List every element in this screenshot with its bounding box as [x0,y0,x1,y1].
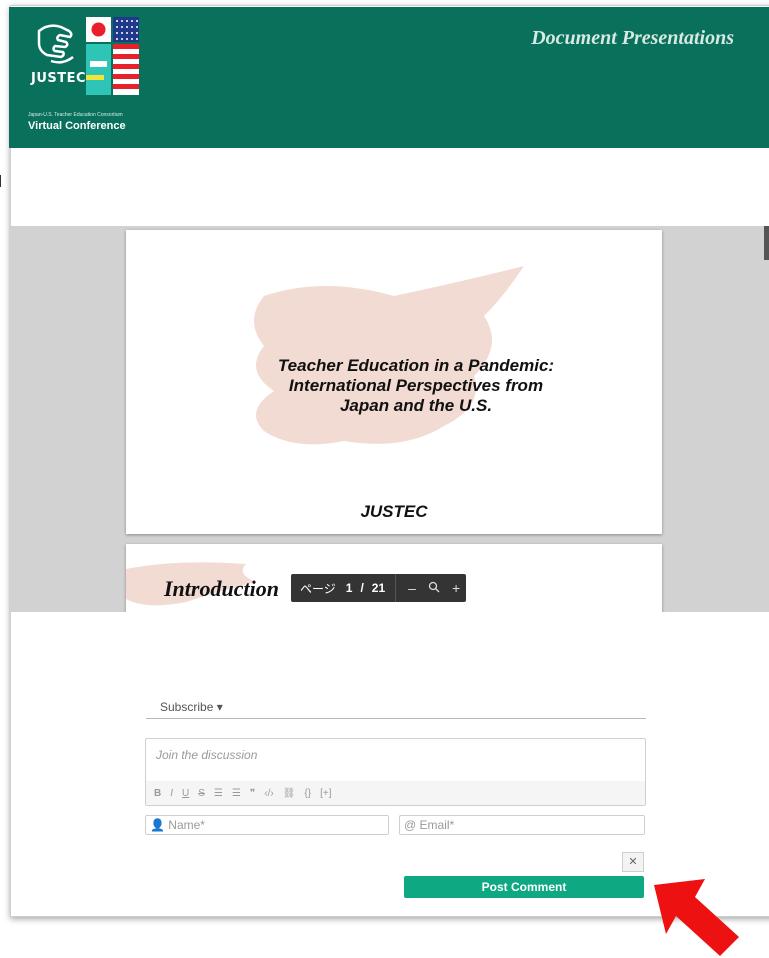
strikethrough-icon[interactable]: S [198,788,205,799]
email-field[interactable]: @ Email* [399,815,645,835]
page-label: ページ [300,581,336,596]
name-field[interactable]: 👤 Name* [145,815,389,835]
pager-divider [395,574,397,602]
slide-2-title: Introduction [164,576,279,601]
current-page[interactable]: 1 [342,581,357,595]
subscribe-dropdown[interactable]: Subscribe ▾ [160,700,223,714]
spoiler-icon[interactable]: [+] [320,788,331,799]
page-navigator: ページ 1 / 21 – + [291,574,467,602]
subscribe-label: Subscribe [160,700,214,714]
comment-editor[interactable]: Join the discussion B I U S ☰ ☰ ❞ ‹/› ⛓ … [145,738,646,806]
justec-logo[interactable]: JUSTEC [31,17,139,97]
handshake-icon: JUSTEC [31,17,86,91]
underline-icon[interactable]: U [182,788,189,799]
editor-toolbar: B I U S ☰ ☰ ❞ ‹/› ⛓ {} [+] [146,781,645,805]
slide-title-line: International Perspectives from [288,376,544,395]
bold-icon[interactable]: B [154,788,161,799]
mute-notification-icon[interactable]: ✕ [622,852,644,872]
italic-icon[interactable]: I [170,788,173,799]
zoom-icon[interactable] [422,580,446,596]
site-header: JUSTEC Japan-U.S. Teacher Education Cons… [9,7,769,148]
scrollbar-thumb[interactable] [764,226,769,260]
code-block-icon[interactable]: {} [304,788,311,799]
slide-page-1: Teacher Education in a Pandemic: Interna… [126,230,662,534]
flag-icon [86,17,139,95]
slide-footer: JUSTEC [360,502,428,521]
slide-title-line: Japan and the U.S. [339,396,493,415]
document-viewer[interactable]: Teacher Education in a Pandemic: Interna… [9,226,769,612]
email-placeholder: @ Email* [404,818,455,832]
logo-text: JUSTEC [31,71,87,86]
code-icon[interactable]: ‹/› [264,788,273,799]
slide-page-2: Introduction ページ 1 / 21 – + [126,544,662,612]
caret-down-icon: ▾ [216,700,223,714]
red-arrow-pointer [654,879,739,956]
text-cursor [0,175,1,187]
post-comment-button[interactable]: Post Comment [404,876,644,898]
link-icon[interactable]: ⛓ [283,788,296,799]
logo-subtitle: Japan-U.S. Teacher Education Consortium [28,112,123,118]
logo-caption: Virtual Conference [28,120,126,132]
editor-placeholder: Join the discussion [156,748,258,762]
unordered-list-icon[interactable]: ☰ [232,788,241,799]
name-placeholder: Name* [168,818,205,832]
slide-title-line: Teacher Education in a Pandemic: [277,356,555,375]
total-pages: 21 [371,581,386,595]
slide-title: Teacher Education in a Pandemic: Interna… [246,356,586,416]
person-icon: 👤 [150,818,165,832]
zoom-out-button[interactable]: – [402,580,422,596]
zoom-in-button[interactable]: + [446,580,466,596]
quote-icon[interactable]: ❞ [250,788,255,799]
page-separator: / [360,581,364,595]
section-title: Document Presentations [531,27,734,49]
divider [146,718,646,719]
ordered-list-icon[interactable]: ☰ [214,788,223,799]
